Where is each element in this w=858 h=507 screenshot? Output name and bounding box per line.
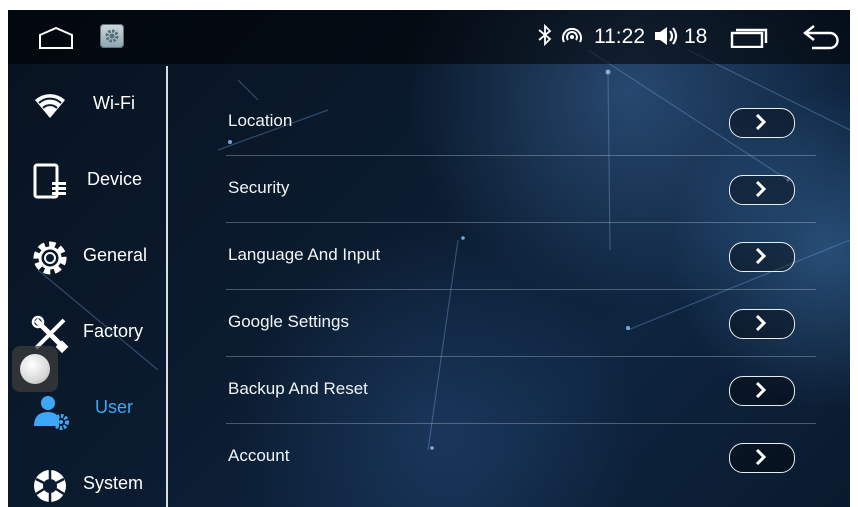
chevron-right-icon (755, 449, 767, 465)
sidebar-item-label: General (83, 245, 148, 265)
user-settings-icon (30, 390, 70, 430)
list-item-label: Security (228, 178, 290, 197)
sidebar-item-system[interactable]: System (8, 454, 166, 507)
list-item-label: Backup And Reset (228, 379, 368, 398)
chevron-right-icon (755, 114, 767, 130)
list-item-google-settings[interactable]: Google Settings (226, 290, 850, 357)
settings-app-icon[interactable] (100, 24, 124, 48)
sidebar-item-label: Wi-Fi (93, 93, 135, 113)
gear-icon (30, 238, 70, 278)
sidebar-item-label: System (83, 473, 144, 493)
sidebar-item-wifi[interactable]: Wi-Fi (8, 74, 166, 134)
list-item-backup-and-reset[interactable]: Backup And Reset (226, 357, 850, 424)
back-icon[interactable] (802, 24, 842, 55)
hotspot-icon (560, 26, 584, 51)
sidebar-item-general[interactable]: General (8, 226, 166, 286)
list-item-language-and-input[interactable]: Language And Input (226, 223, 850, 290)
screen: 11:22 18 Wi-Fi Device General Factory Us… (8, 10, 850, 507)
chevron-right-icon (755, 181, 767, 197)
system-icon (30, 466, 70, 506)
device-icon (30, 162, 70, 202)
recent-apps-icon[interactable] (730, 28, 768, 53)
wifi-icon (30, 86, 70, 126)
home-icon[interactable] (38, 26, 74, 49)
volume-icon[interactable] (653, 25, 681, 52)
sidebar-item-device[interactable]: Device (8, 150, 166, 210)
list-item-label: Location (228, 111, 293, 130)
list-item-label: Language And Input (228, 245, 381, 264)
sidebar-item-label: User (95, 397, 134, 417)
chevron-right-icon (755, 315, 767, 331)
chevron-right-button[interactable] (729, 175, 795, 205)
bluetooth-icon (538, 23, 552, 52)
chevron-right-button[interactable] (729, 309, 795, 339)
sidebar: Wi-Fi Device General Factory User System (8, 64, 166, 507)
sidebar-item-label: Factory (83, 321, 144, 341)
chevron-right-button[interactable] (729, 376, 795, 406)
list-item-security[interactable]: Security (226, 156, 850, 223)
status-bar: 11:22 18 (8, 10, 850, 64)
list-item-location[interactable]: Location (226, 89, 850, 156)
chevron-right-button[interactable] (729, 108, 795, 138)
chevron-right-icon (755, 382, 767, 398)
list-item-label: Account (228, 446, 290, 465)
sidebar-item-label: Device (87, 169, 143, 189)
clock: 11:22 (594, 25, 645, 48)
chevron-right-icon (755, 248, 767, 264)
chevron-right-button[interactable] (729, 443, 795, 473)
volume-level: 18 (684, 25, 708, 48)
list-item-account[interactable]: Account (226, 424, 850, 491)
assistive-touch-button[interactable] (12, 346, 58, 392)
chevron-right-button[interactable] (729, 242, 795, 272)
sidebar-divider (166, 66, 168, 507)
list-item-label: Google Settings (228, 312, 349, 331)
